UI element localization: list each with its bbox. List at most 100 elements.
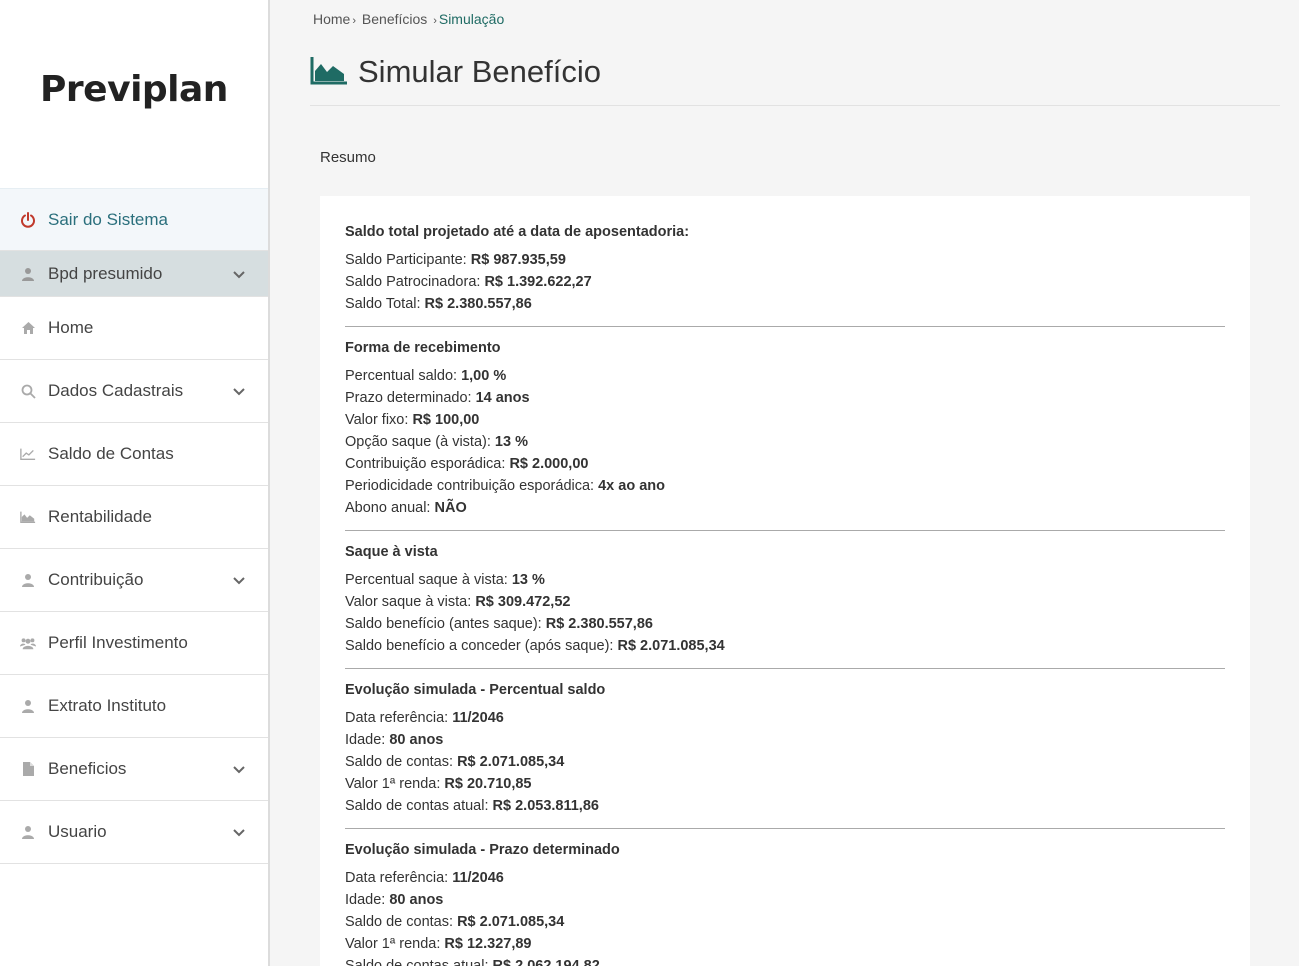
row-value: 11/2046 (452, 710, 504, 726)
summary-row: Idade: 80 anos (345, 729, 1225, 751)
summary-row: Saldo benefício (antes saque): R$ 2.380.… (345, 613, 1225, 635)
sidebar-item-label: Rentabilidade (48, 507, 152, 526)
sidebar-item-dados-cadastrais[interactable]: Dados Cadastrais (0, 360, 268, 423)
summary-block-saldo-total: Saldo total projetado até a data de apos… (345, 222, 1225, 327)
summary-row: Saldo de contas atual: R$ 2.062.194,82 (345, 955, 1225, 966)
chevron-down-icon (233, 766, 245, 774)
page-title: Simular Benefício (358, 54, 601, 89)
summary-row: Saldo Participante: R$ 987.935,59 (345, 249, 1225, 271)
row-value: 80 anos (389, 892, 444, 908)
row-label: Contribuição esporádica: (345, 456, 506, 472)
sidebar-item-home[interactable]: Home (0, 297, 268, 360)
summary-row: Data referência: 11/2046 (345, 707, 1225, 729)
row-label: Saldo benefício (antes saque): (345, 616, 542, 632)
row-label: Valor saque à vista: (345, 594, 472, 610)
block-title: Evolução simulada - Percentual saldo (345, 682, 606, 698)
row-label: Prazo determinado: (345, 390, 472, 406)
user-icon (20, 572, 36, 588)
sidebar-item-bpd-presumido[interactable]: Bpd presumido (0, 251, 268, 297)
row-value: 13 % (511, 572, 545, 588)
sidebar-item-perfil-investimento[interactable]: Perfil Investimento (0, 612, 268, 675)
row-label: Abono anual: (345, 500, 431, 516)
row-value: R$ 2.071.085,34 (617, 638, 725, 654)
breadcrumb-separator: › (433, 15, 437, 27)
row-value: NÃO (434, 500, 467, 516)
summary-row: Prazo determinado: 14 anos (345, 387, 1225, 409)
summary-block-saque-vista: Saque à vista Percentual saque à vista: … (345, 542, 1225, 669)
sidebar-item-beneficios[interactable]: Beneficios (0, 738, 268, 801)
summary-row: Valor 1ª renda: R$ 20.710,85 (345, 773, 1225, 795)
row-value: 80 anos (389, 732, 444, 748)
user-icon (20, 698, 36, 714)
sidebar-item-label: Home (48, 318, 94, 337)
summary-card: Saldo total projetado até a data de apos… (320, 196, 1250, 966)
row-value: 1,00 % (461, 368, 507, 384)
sidebar-item-extrato-instituto[interactable]: Extrato Instituto (0, 675, 268, 738)
sidebar-item-label: Dados Cadastrais (48, 381, 184, 400)
summary-row: Saldo de contas atual: R$ 2.053.811,86 (345, 795, 1225, 817)
block-title: Saque à vista (345, 544, 438, 560)
sidebar-item-rentabilidade[interactable]: Rentabilidade (0, 486, 268, 549)
summary-row: Saldo Patrocinadora: R$ 1.392.622,27 (345, 271, 1225, 293)
row-value: R$ 1.392.622,27 (484, 274, 592, 290)
summary-row: Percentual saque à vista: 13 % (345, 569, 1225, 591)
breadcrumb-current: Simulação (438, 11, 505, 27)
row-value: R$ 309.472,52 (475, 594, 571, 610)
sidebar: Previplan Sair do Sistema Bpd presumido … (0, 0, 270, 966)
row-label: Saldo Patrocinadora: (345, 274, 481, 290)
area-chart-icon (20, 509, 36, 525)
summary-row: Percentual saldo: 1,00 % (345, 365, 1225, 387)
summary-row: Periodicidade contribuição esporádica: 4… (345, 475, 1225, 497)
sidebar-item-label: Sair do Sistema (48, 209, 168, 229)
users-icon (20, 635, 36, 651)
breadcrumb-beneficios[interactable]: Benefícios (362, 11, 427, 27)
home-icon (20, 320, 36, 336)
summary-block-forma-recebimento: Forma de recebimento Percentual saldo: 1… (345, 338, 1225, 531)
row-value: R$ 2.000,00 (509, 456, 589, 472)
sidebar-item-label: Extrato Instituto (48, 696, 167, 715)
search-icon (20, 383, 36, 399)
breadcrumb-home[interactable]: Home (313, 11, 350, 27)
row-value: R$ 20.710,85 (444, 776, 532, 792)
row-label: Valor 1ª renda: (345, 776, 441, 792)
sidebar-item-saldo-de-contas[interactable]: Saldo de Contas (0, 423, 268, 486)
summary-row: Data referência: 11/2046 (345, 867, 1225, 889)
block-title: Saldo total projetado até a data de apos… (345, 224, 690, 240)
summary-block-evolucao-percentual: Evolução simulada - Percentual saldo Dat… (345, 680, 1225, 829)
row-value: R$ 12.327,89 (444, 936, 532, 952)
sidebar-item-usuario[interactable]: Usuario (0, 801, 268, 864)
chevron-down-icon (233, 829, 245, 837)
sidebar-item-logout[interactable]: Sair do Sistema (0, 188, 268, 251)
summary-block-evolucao-prazo: Evolução simulada - Prazo determinado Da… (345, 840, 1225, 966)
user-icon (20, 266, 36, 282)
row-value: 13 % (494, 434, 528, 450)
row-label: Saldo Participante: (345, 252, 467, 268)
sidebar-item-contribuicao[interactable]: Contribuição (0, 549, 268, 612)
summary-row: Valor fixo: R$ 100,00 (345, 409, 1225, 431)
row-label: Data referência: (345, 870, 449, 886)
logo-area: Previplan (0, 0, 268, 188)
area-chart-icon (310, 55, 348, 90)
summary-row: Saldo Total: R$ 2.380.557,86 (345, 293, 1225, 315)
page-header: Simular Benefício (310, 54, 601, 90)
sidebar-nav: Sair do Sistema Bpd presumido Home Dados… (0, 188, 268, 864)
sidebar-item-label: Bpd presumido (48, 263, 163, 283)
row-label: Valor fixo: (345, 412, 409, 428)
summary-row: Valor 1ª renda: R$ 12.327,89 (345, 933, 1225, 955)
row-value: R$ 2.062.194,82 (492, 958, 600, 966)
summary-row: Opção saque (à vista): 13 % (345, 431, 1225, 453)
block-title: Forma de recebimento (345, 340, 501, 356)
row-label: Periodicidade contribuição esporádica: (345, 478, 595, 494)
chevron-down-icon (233, 270, 245, 278)
sidebar-item-label: Beneficios (48, 759, 127, 778)
row-value: R$ 987.935,59 (470, 252, 566, 268)
summary-row: Saldo de contas: R$ 2.071.085,34 (345, 911, 1225, 933)
row-label: Idade: (345, 732, 386, 748)
row-label: Percentual saldo: (345, 368, 458, 384)
row-label: Valor 1ª renda: (345, 936, 441, 952)
sidebar-item-label: Saldo de Contas (48, 444, 174, 463)
brand-logo[interactable]: Previplan (40, 69, 228, 110)
chevron-down-icon (233, 577, 245, 585)
row-value: R$ 2.380.557,86 (545, 616, 653, 632)
summary-row: Saldo de contas: R$ 2.071.085,34 (345, 751, 1225, 773)
